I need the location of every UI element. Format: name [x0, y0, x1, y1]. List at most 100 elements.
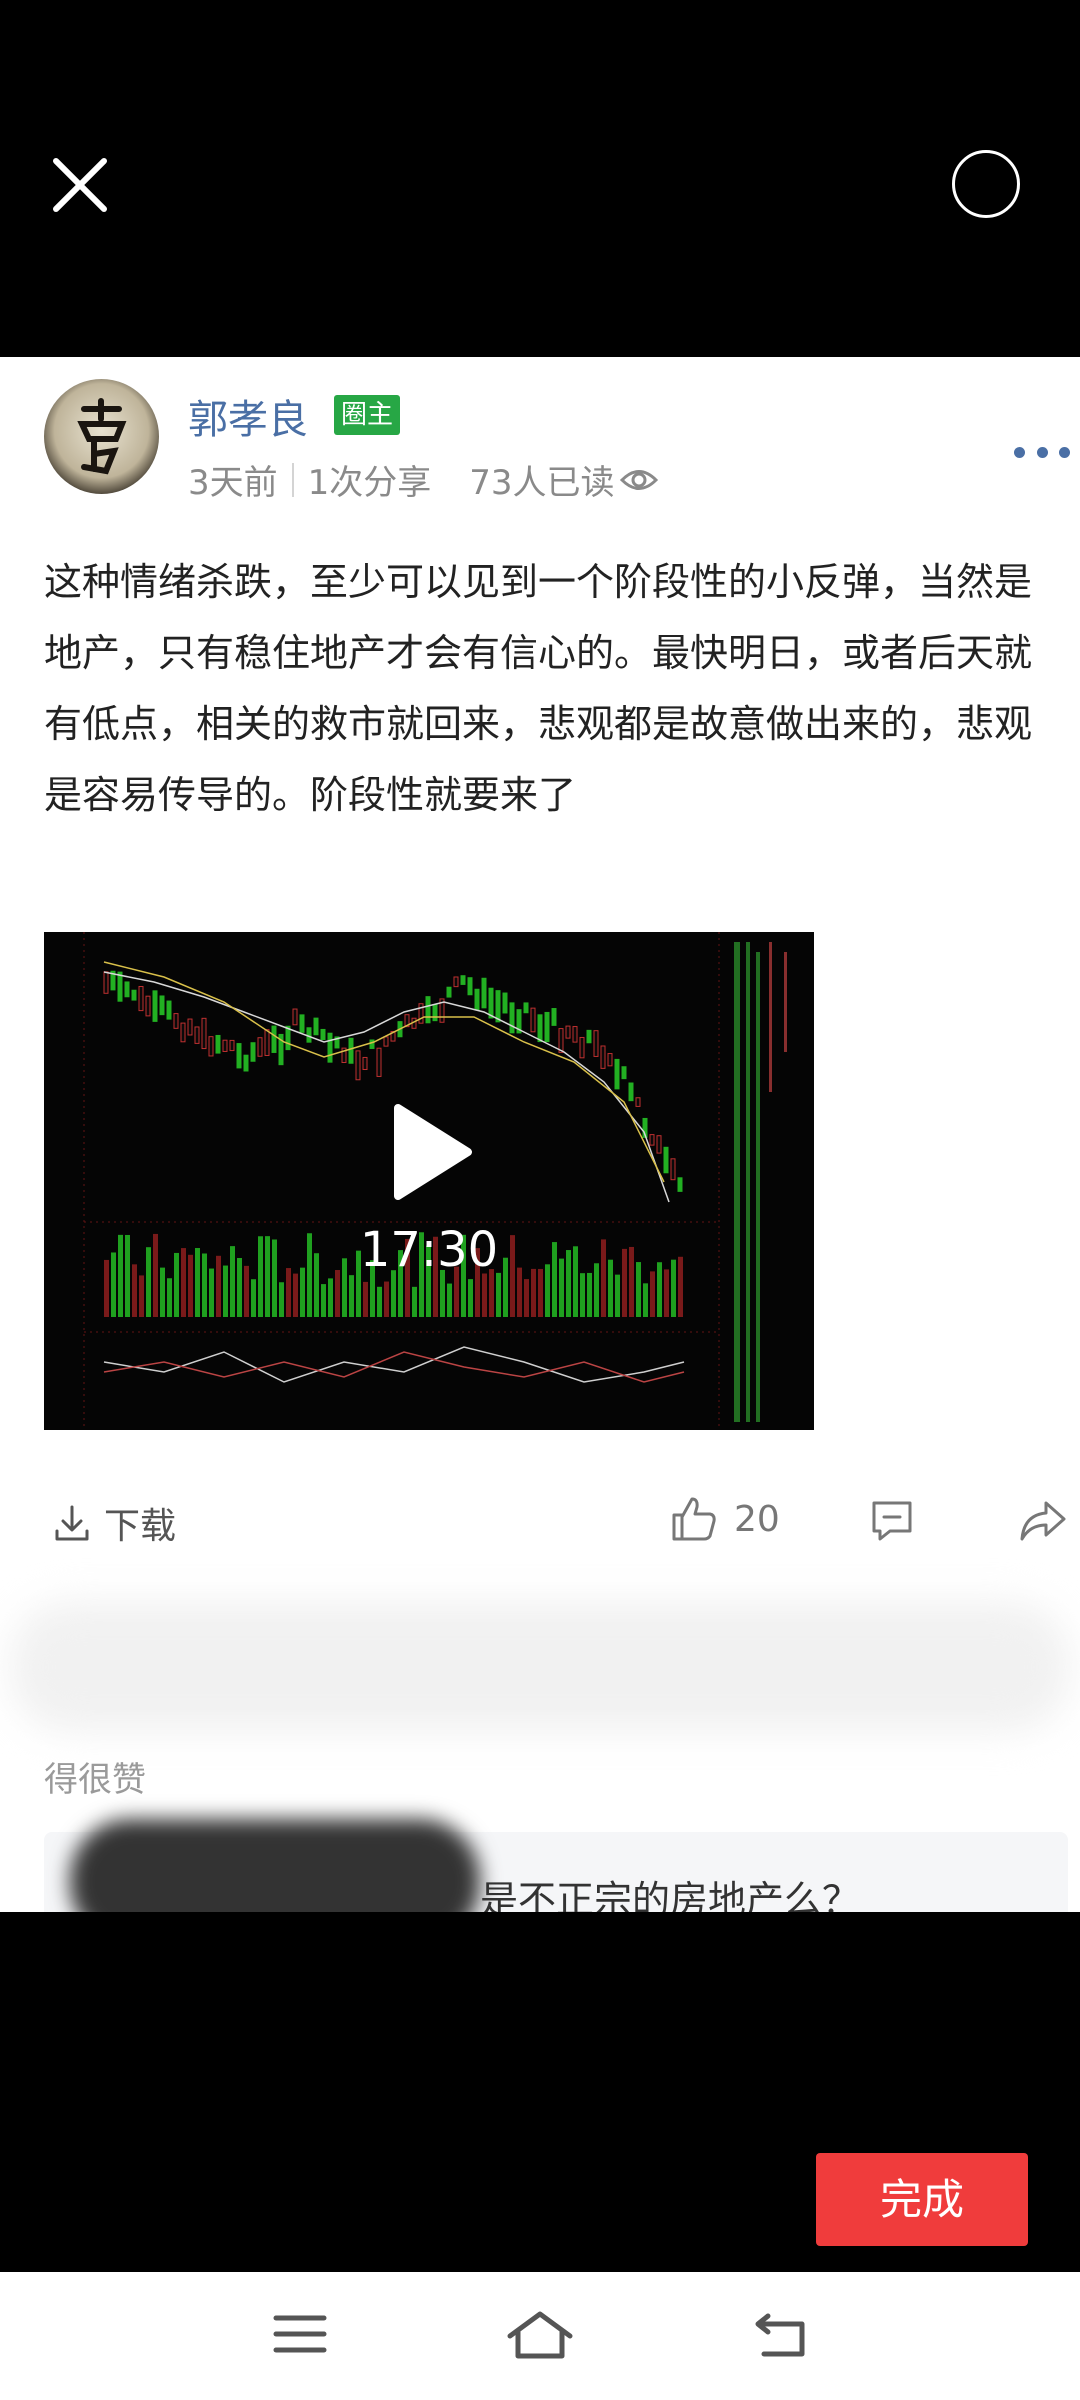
- candle: [593, 1030, 599, 1057]
- candle: [572, 1026, 578, 1043]
- back-button[interactable]: [754, 2310, 810, 2364]
- candle: [425, 996, 431, 1024]
- candle: [159, 995, 165, 1016]
- post-meta: 3天前 1次分享 73人已读: [188, 455, 659, 504]
- video-player[interactable]: 17:30: [44, 932, 814, 1430]
- close-button[interactable]: [40, 145, 120, 225]
- candle: [362, 1056, 368, 1070]
- back-icon: [755, 2313, 805, 2357]
- blurred-redaction: [70, 1819, 480, 1912]
- volume-bar: [615, 1274, 620, 1317]
- volume-bar: [328, 1278, 333, 1317]
- volume-bar: [293, 1273, 298, 1317]
- candle: [271, 1025, 277, 1053]
- candle: [264, 1029, 270, 1056]
- candle: [656, 1135, 662, 1154]
- candle: [663, 1146, 669, 1174]
- candle: [677, 1177, 683, 1192]
- candle: [208, 1036, 214, 1057]
- candle: [369, 1039, 375, 1049]
- candle: [607, 1053, 613, 1067]
- like-button[interactable]: 20: [668, 1493, 780, 1545]
- candle: [460, 975, 466, 985]
- volume-bar: [279, 1282, 284, 1317]
- candle: [327, 1032, 333, 1063]
- candle: [383, 1036, 389, 1047]
- candle: [306, 1027, 312, 1043]
- download-icon: [55, 1505, 89, 1541]
- candle: [222, 1039, 228, 1052]
- read-count: 73人已读: [469, 463, 615, 503]
- volume-bar: [650, 1271, 655, 1317]
- candle: [166, 1000, 172, 1020]
- volume-bar: [412, 1286, 417, 1317]
- candle: [600, 1045, 606, 1069]
- divider: [291, 462, 294, 497]
- share-button[interactable]: [1018, 1497, 1068, 1549]
- candle: [467, 977, 473, 996]
- candle: [243, 1054, 249, 1072]
- volume-bar: [349, 1275, 354, 1317]
- circle-icon[interactable]: [952, 150, 1020, 218]
- candle: [446, 986, 452, 998]
- menu-icon: [273, 2315, 327, 2353]
- candle: [187, 1018, 193, 1036]
- author-name[interactable]: 郭孝良: [188, 387, 308, 445]
- candle: [131, 989, 137, 1001]
- volume-bar: [363, 1281, 368, 1317]
- candle: [544, 1011, 550, 1043]
- candle: [299, 1014, 305, 1033]
- candle: [152, 990, 158, 1022]
- candle: [579, 1036, 585, 1059]
- volume-bar: [167, 1278, 172, 1317]
- post-time: 3天前: [188, 463, 278, 503]
- candle: [348, 1037, 354, 1064]
- download-button[interactable]: 下载: [52, 1497, 176, 1549]
- volume-bar: [580, 1273, 585, 1317]
- candle: [103, 971, 109, 994]
- volume-bar: [587, 1272, 592, 1317]
- candle: [502, 992, 508, 1014]
- thumbs-up-icon: [672, 1497, 716, 1541]
- candle: [180, 1022, 186, 1043]
- candle: [194, 1026, 200, 1044]
- candle: [530, 1007, 536, 1033]
- comment-button[interactable]: [868, 1497, 916, 1549]
- candle: [509, 1002, 515, 1034]
- candle: [537, 1014, 543, 1043]
- candle: [376, 1047, 382, 1077]
- candle: [586, 1029, 592, 1044]
- candle: [558, 1028, 564, 1053]
- candle: [201, 1017, 207, 1050]
- candle: [523, 1002, 529, 1014]
- share-count: 1次分享: [307, 463, 432, 503]
- play-icon[interactable]: [392, 1102, 472, 1202]
- system-nav-bar: [0, 2272, 1080, 2400]
- avatar[interactable]: [44, 379, 159, 494]
- menu-button[interactable]: [272, 2310, 328, 2362]
- candle: [432, 1004, 438, 1022]
- post-actions: 下载 20: [0, 1497, 1080, 1557]
- candle: [355, 1050, 361, 1081]
- share-icon: [1020, 1501, 1066, 1541]
- home-button[interactable]: [506, 2310, 574, 2366]
- volume-bar: [251, 1279, 256, 1317]
- candle: [474, 988, 480, 1011]
- candle: [481, 977, 487, 1009]
- post-card: 郭孝良 圈主 3天前 1次分享 73人已读 这种情绪杀跌，至少可以见到一个阶段性…: [0, 357, 1080, 1912]
- comment-text: 得很赞: [44, 1760, 146, 1800]
- candle: [453, 976, 459, 988]
- done-button[interactable]: 完成: [816, 2153, 1028, 2246]
- like-count: 20: [734, 1498, 780, 1540]
- volume-bar: [643, 1283, 648, 1317]
- volume-bar: [384, 1281, 389, 1317]
- candle: [138, 985, 144, 1012]
- quote-text: 是不正宗的房地产么？: [480, 1878, 861, 1912]
- candle: [628, 1082, 634, 1102]
- volume-bar: [482, 1273, 487, 1317]
- candle: [565, 1025, 571, 1039]
- more-icon[interactable]: [1014, 437, 1070, 467]
- calligraphy-logo: [77, 398, 127, 475]
- candle: [614, 1058, 620, 1090]
- candle: [145, 995, 151, 1017]
